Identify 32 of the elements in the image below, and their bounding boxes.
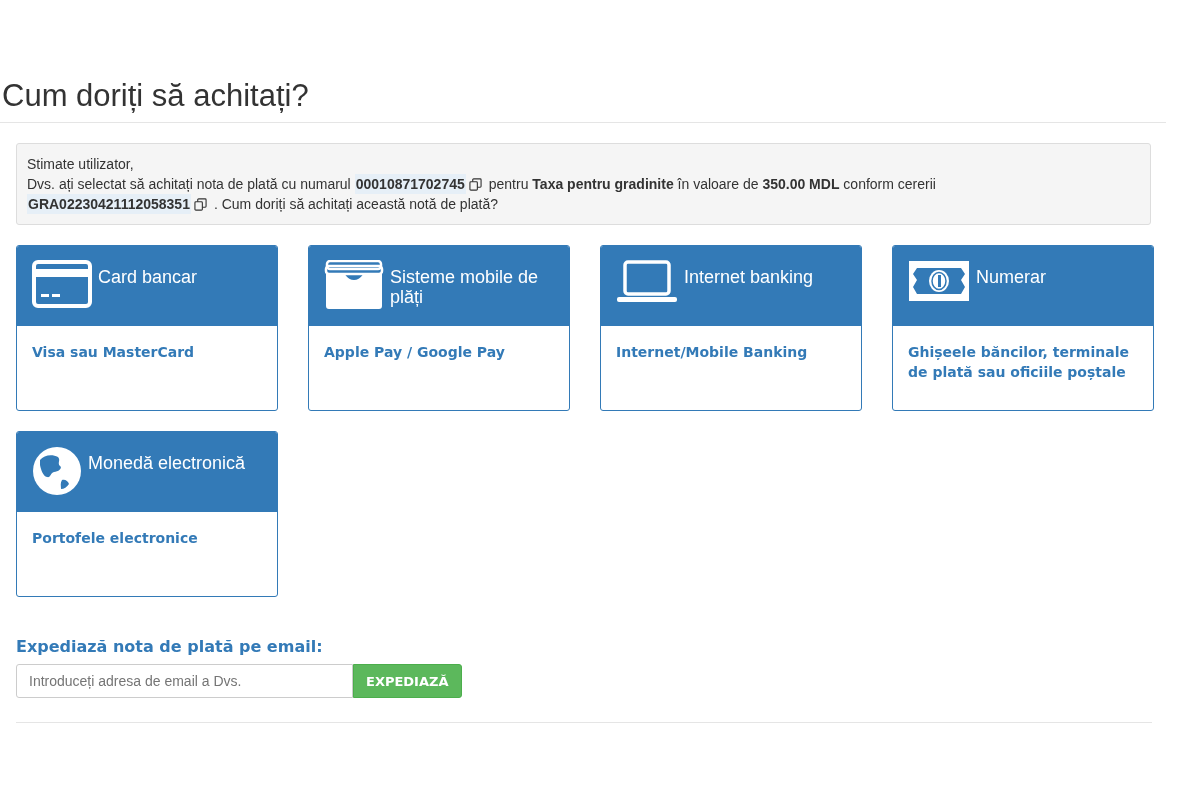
payment-method-card[interactable]: Card bancar Visa sau MasterCard [16, 245, 278, 411]
payment-method-card[interactable]: Numerar Ghișeele băncilor, terminale de plată sau oficiile poștale [892, 245, 1154, 411]
method-description[interactable]: Ghișeele băncilor, terminale de plată sau oficiile poștale [908, 342, 1138, 382]
page-title: Cum doriți să achitați? [2, 78, 310, 114]
method-title: Sisteme mobile de plăți [390, 266, 540, 307]
laptop-icon [616, 260, 678, 304]
wallet-icon [324, 260, 384, 310]
method-title: Card bancar [98, 266, 198, 287]
notice-text: pentru Taxa pentru gradinite în valoare de 350.00 MDL conform cererii [488, 175, 936, 194]
notice-text: . Cum doriți să achitați această notă de plată? [213, 195, 498, 214]
method-description[interactable]: Apple Pay / Google Pay [324, 342, 554, 362]
payment-method-card[interactable]: Sisteme mobile de plăți Apple Pay / Google Pay [308, 245, 570, 411]
reference-number: 00010871702745 [354, 174, 466, 194]
credit-card-icon [32, 260, 92, 308]
copy-icon[interactable] [193, 197, 207, 211]
method-title: Numerar [976, 266, 1046, 287]
method-title: Internet banking [684, 266, 814, 287]
banknote-icon [908, 260, 970, 302]
email-heading: Expediază nota de plată pe email: [16, 637, 324, 656]
method-description[interactable]: Portofele electronice [32, 528, 262, 548]
send-button[interactable]: EXPEDIAZĂ [353, 664, 462, 698]
copy-icon[interactable] [468, 177, 482, 191]
globe-icon [32, 446, 82, 496]
method-title: Monedă electronică [88, 452, 246, 473]
reference-number: GRA02230421112058351 [27, 194, 191, 214]
method-description[interactable]: Internet/Mobile Banking [616, 342, 846, 362]
payment-method-card[interactable]: Monedă electronică Portofele electronice [16, 431, 278, 597]
email-input[interactable]: Introduceți adresa de email a Dvs. [16, 664, 353, 698]
notice-text: Dvs. ați selectat să achitați nota de plată cu numarul [27, 175, 351, 194]
payment-method-card[interactable]: Internet banking Internet/Mobile Banking [600, 245, 862, 411]
greeting-text: Stimate utilizator, [27, 155, 135, 174]
method-description[interactable]: Visa sau MasterCard [32, 342, 262, 362]
